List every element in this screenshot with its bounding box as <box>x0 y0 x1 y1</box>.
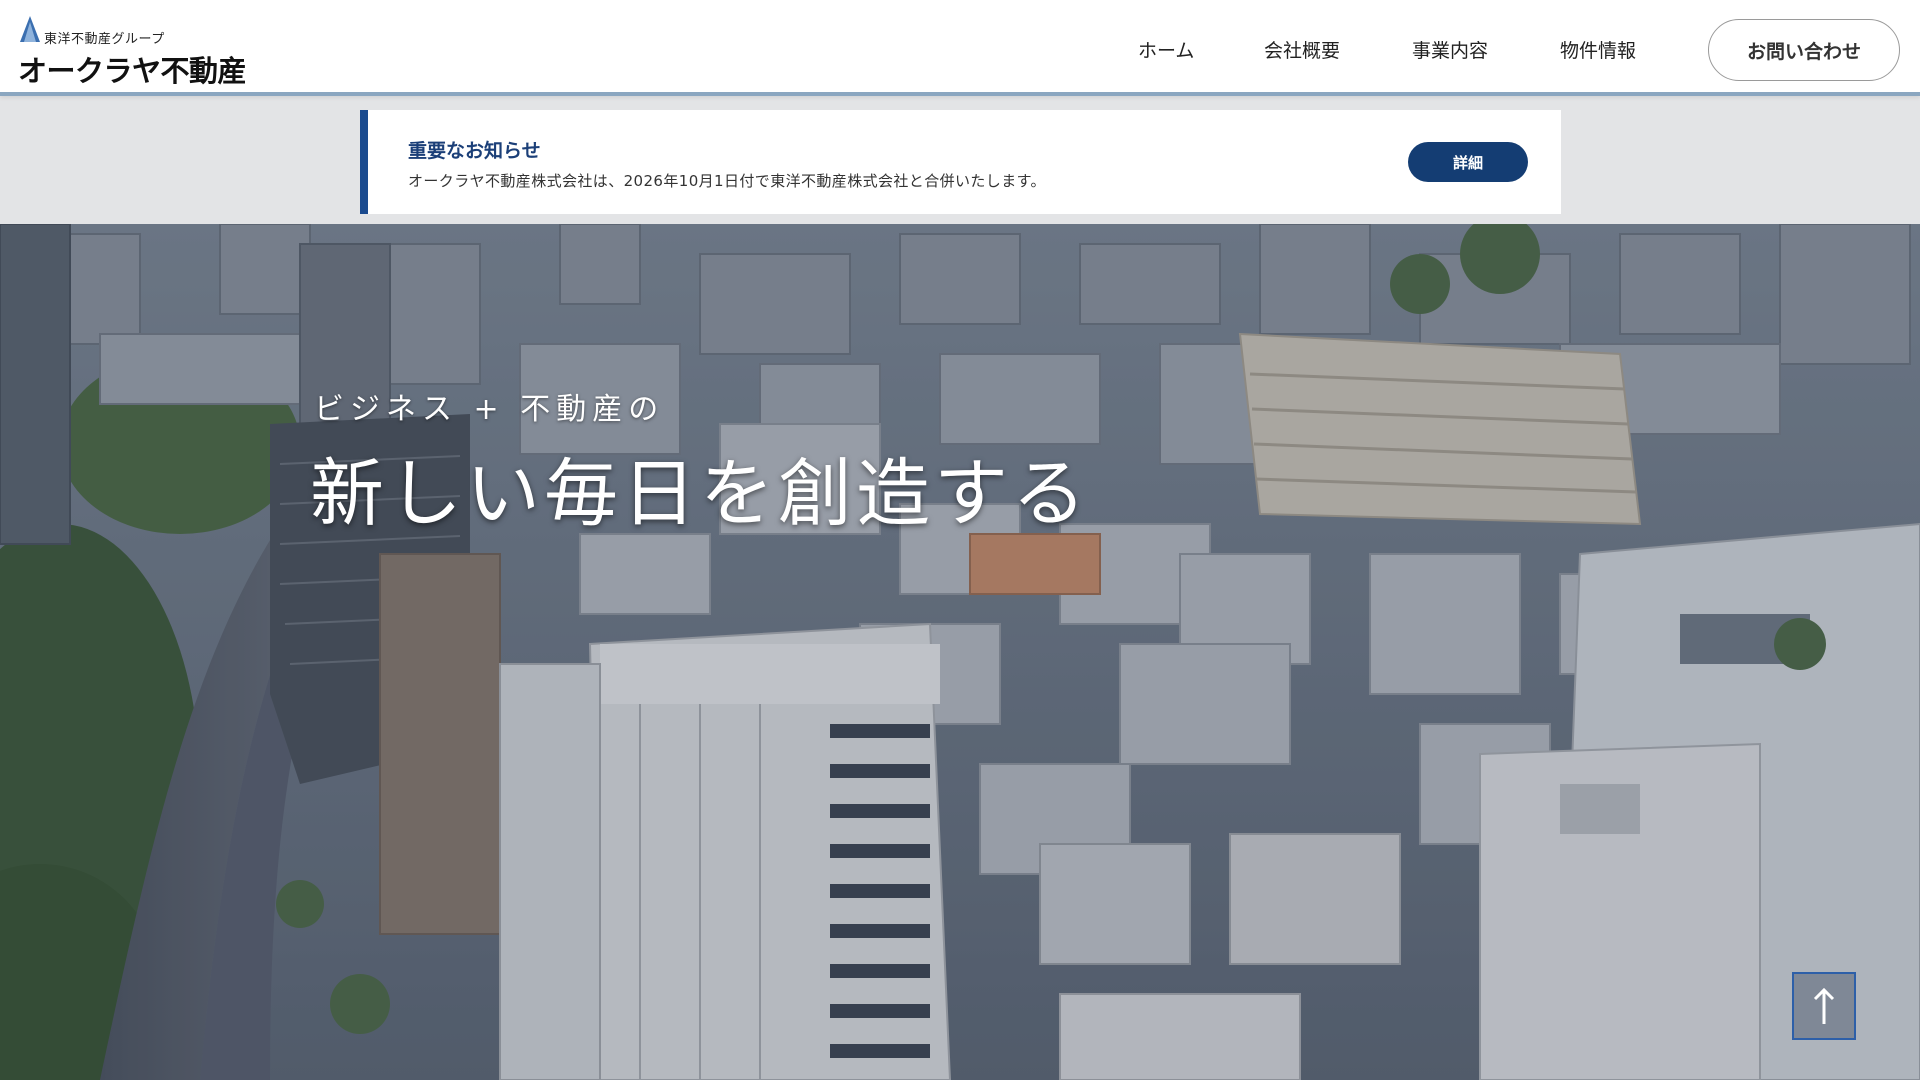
logo-company-name: オークラヤ不動産 <box>18 54 247 88</box>
logo-mark-icon <box>20 16 40 42</box>
notice-text: オークラヤ不動産株式会社は、2026年10月1日付で東洋不動産株式会社と合併いた… <box>408 172 1046 190</box>
notice-details-button[interactable]: 詳細 <box>1408 142 1528 182</box>
hero-section: ビジネス + 不動産の 新しい毎日を創造する <box>0 224 1920 1080</box>
nav-properties[interactable]: 物件情報 <box>1560 36 1636 63</box>
nav-company[interactable]: 会社概要 <box>1264 36 1340 63</box>
site-logo[interactable]: 東洋不動産グループ オークラヤ不動産 <box>18 14 258 88</box>
logo-group-name: 東洋不動産グループ <box>44 32 165 47</box>
site-header: 東洋不動産グループ オークラヤ不動産 ホーム 会社概要 事業内容 物件情報 お問… <box>0 0 1920 96</box>
arrow-up-icon <box>1813 987 1835 1024</box>
hero-overlay <box>0 224 1920 1080</box>
nav-home[interactable]: ホーム <box>1138 36 1194 63</box>
scroll-top-button[interactable] <box>1792 972 1856 1040</box>
nav-business[interactable]: 事業内容 <box>1412 36 1488 63</box>
hero-title: 新しい毎日を創造する <box>310 451 1090 537</box>
contact-button[interactable]: お問い合わせ <box>1708 19 1900 81</box>
hero-subtitle: ビジネス + 不動産の <box>314 392 665 427</box>
notice-title: 重要なお知らせ <box>408 140 541 162</box>
important-notice: 重要なお知らせ オークラヤ不動産株式会社は、2026年10月1日付で東洋不動産株… <box>360 110 1561 214</box>
